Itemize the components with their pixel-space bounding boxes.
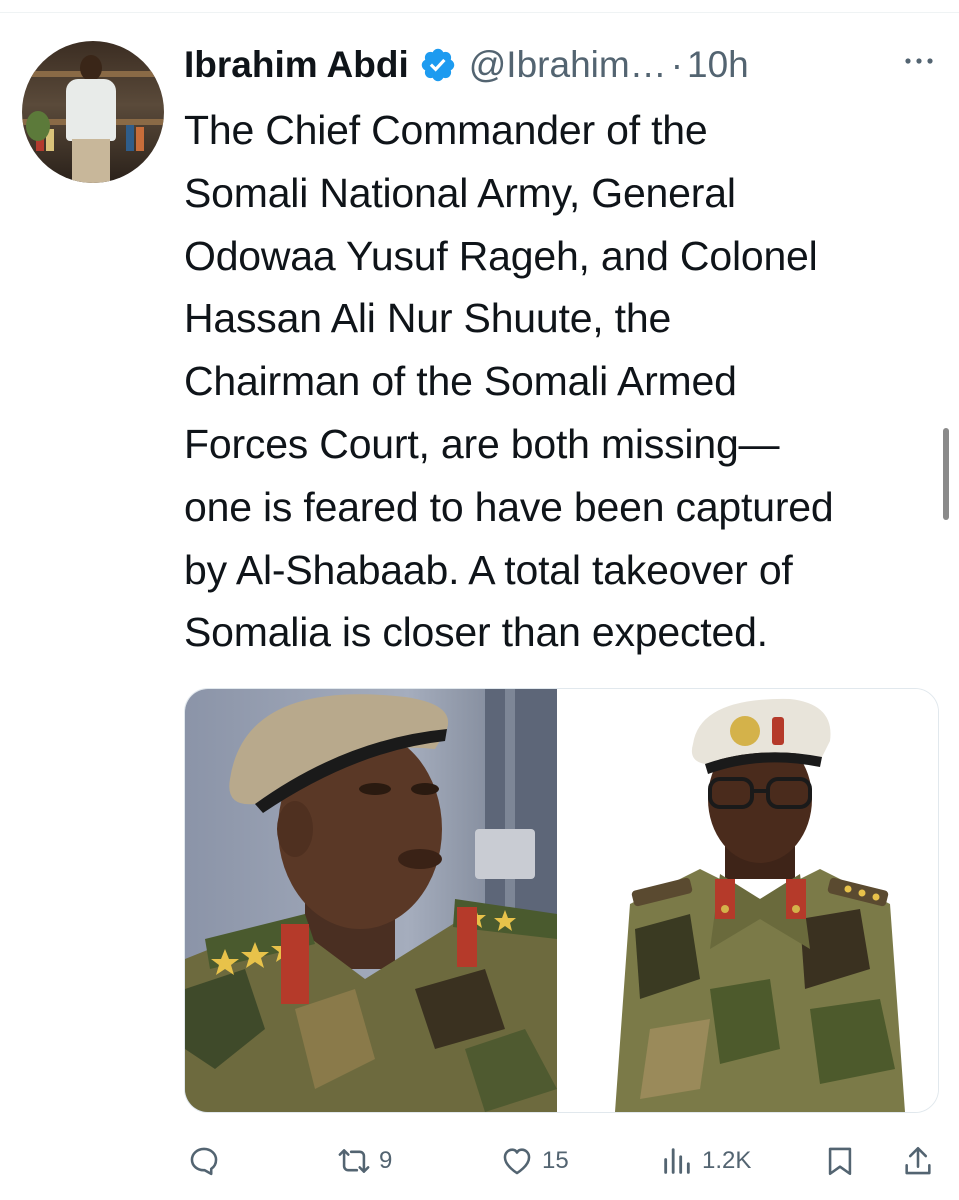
share-icon <box>905 1146 931 1175</box>
verified-badge-icon <box>421 48 454 82</box>
tweet-timestamp[interactable]: 10h <box>687 44 749 86</box>
reply-icon <box>190 1147 218 1176</box>
reply-button[interactable] <box>187 1136 221 1186</box>
top-divider <box>0 12 959 13</box>
avatar-person-body <box>66 79 116 141</box>
tweet-text: The Chief Commander of the Somali Nation… <box>184 99 944 664</box>
photo-officer-right-image <box>615 698 905 1112</box>
tweet-text-line: The Chief Commander of the <box>184 107 708 153</box>
tweet-media <box>184 688 939 1113</box>
tweet-actions: 9 15 1.2K <box>0 1136 959 1186</box>
photo-officer-left[interactable] <box>185 689 557 1112</box>
tweet-text-line: Odowaa Yusuf Rageh, and Colonel <box>184 232 818 279</box>
views-button[interactable]: 1.2K <box>660 1136 751 1186</box>
avatar-person-head <box>80 55 102 81</box>
tweet-text-line: Hassan Ali Nur Shuute, the <box>184 295 672 342</box>
tweet-text-line: Somali National Army, General <box>184 169 736 216</box>
tweet-text-line: Forces Court, are both missing— <box>184 420 780 467</box>
author-handle[interactable]: @Ibrahim… <box>469 44 667 86</box>
tweet-text-line: one is feared to have been captured <box>184 483 834 530</box>
tweet-text-line: Somalia is closer than expected. <box>184 609 768 656</box>
tweet-text-line: Chairman of the Somali Armed <box>184 358 737 405</box>
tweet-header: Ibrahim Abdi @Ibrahim… · 10h <box>184 40 749 90</box>
retweet-button[interactable]: 9 <box>337 1136 392 1186</box>
heart-icon <box>503 1148 531 1175</box>
more-options-icon[interactable] <box>900 46 938 76</box>
avatar-plant <box>26 111 50 141</box>
header-separator: · <box>670 44 684 85</box>
tweet-text-line: by Al-Shabaab. A total takeover of <box>184 546 793 593</box>
like-count: 15 <box>542 1147 569 1174</box>
share-button[interactable] <box>901 1136 935 1186</box>
views-count: 1.2K <box>702 1147 752 1174</box>
avatar-person-legs <box>72 139 110 183</box>
avatar-book <box>126 125 134 151</box>
retweet-icon <box>338 1149 370 1173</box>
photo-officer-right[interactable] <box>560 689 938 1112</box>
avatar[interactable] <box>22 41 164 183</box>
photo-officer-left-image <box>185 689 557 1112</box>
bookmark-button[interactable] <box>823 1136 857 1186</box>
retweet-count: 9 <box>379 1147 393 1174</box>
like-button[interactable]: 15 <box>500 1136 569 1186</box>
scrollbar[interactable] <box>943 428 949 520</box>
analytics-icon <box>664 1148 690 1174</box>
avatar-book <box>136 127 144 151</box>
author-name[interactable]: Ibrahim Abdi <box>184 44 409 86</box>
bookmark-icon <box>828 1147 852 1176</box>
